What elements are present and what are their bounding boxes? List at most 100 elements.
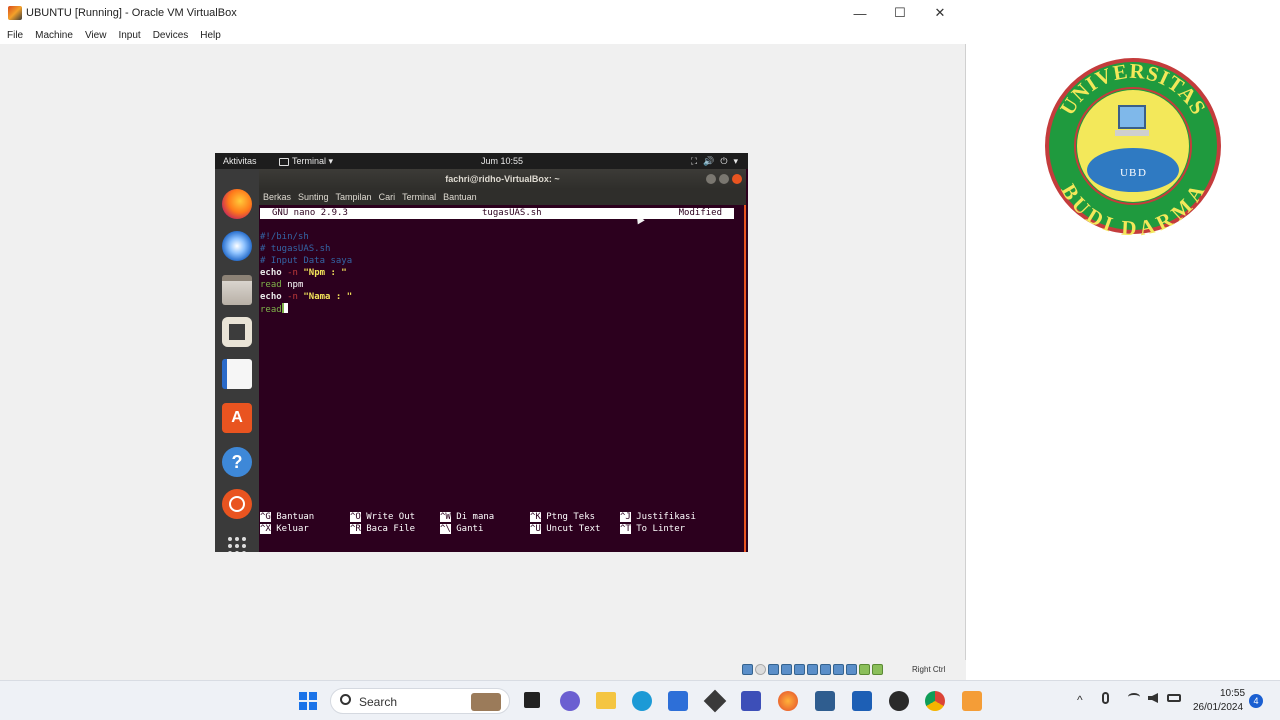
terminal-window[interactable]: fachri@ridho-VirtualBox: ~ Berkas Suntin… [259,169,746,552]
clock-date[interactable]: 26/01/2024 [1193,702,1243,713]
mouse-integration-icon[interactable] [859,664,870,675]
shortcut-item[interactable]: ^W Di mana [440,511,494,523]
guest-clock[interactable]: Jum 10:55 [481,156,523,166]
shortcut-item[interactable]: ^R Baca File [350,523,415,535]
window-titlebar[interactable]: UBUNTU [Running] - Oracle VM VirtualBox … [0,0,966,26]
usb-icon[interactable] [794,664,805,675]
app-menu[interactable]: Terminal ▾ [279,156,333,167]
display-icon[interactable] [820,664,831,675]
files-icon[interactable] [222,275,252,305]
firefox-icon[interactable] [222,189,252,219]
minimize-icon[interactable] [706,174,716,184]
rhythmbox-icon[interactable] [222,317,252,347]
code-token: #!/bin/sh [260,232,309,242]
keyboard-icon[interactable] [872,664,883,675]
nano-editor[interactable]: GNU nano 2.9.3 tugasUAS.sh Modified #!/b… [259,205,744,552]
libreoffice-writer-icon[interactable] [222,359,252,389]
code-line[interactable]: read [260,303,352,315]
virtualbox-icon [8,6,22,20]
start-button[interactable] [298,691,318,711]
taskbar-app-edge[interactable] [632,691,652,711]
software-center-icon[interactable]: A [222,403,252,433]
terminal-window-controls [706,174,742,184]
wifi-icon[interactable] [1128,693,1140,701]
code-line[interactable]: echo -n "Npm : " [260,267,352,279]
shortcut-item[interactable]: ^J Justifikasi [620,511,696,523]
shortcut-item[interactable]: ^K Ptng Teks [530,511,595,523]
clock-time[interactable]: 10:55 [1220,688,1245,699]
close-icon[interactable] [732,174,742,184]
taskbar-app-file-explorer[interactable] [596,692,616,709]
code-line[interactable]: echo -n "Nama : " [260,291,352,303]
taskbar-app-store[interactable] [668,691,688,711]
taskbar-app-teams[interactable] [560,691,580,711]
tray-chevron-up-icon[interactable]: ^ [1077,693,1083,707]
recording-icon[interactable] [833,664,844,675]
shortcut-item[interactable]: ^X Keluar [260,523,309,535]
menu-machine[interactable]: Machine [35,30,73,41]
microphone-icon[interactable] [1102,692,1109,704]
code-line[interactable]: read npm [260,279,352,291]
code-line[interactable]: # Input Data saya [260,255,352,267]
taskbar-app-dark[interactable] [703,689,727,713]
menu-sunting[interactable]: Sunting [298,192,329,202]
notification-badge[interactable]: 4 [1249,694,1263,708]
shared-folders-icon[interactable] [807,664,818,675]
menu-view[interactable]: View [85,30,107,41]
shortcut-label: Ganti [456,524,484,534]
taskbar-app-vscode[interactable] [741,691,761,711]
taskbar-app-chrome[interactable] [925,691,945,711]
terminal-app-icon [279,157,289,166]
code-line[interactable]: #!/bin/sh [260,231,352,243]
ubuntu-guest-screen[interactable]: Aktivitas Terminal ▾ Jum 10:55 ⛶ 🔊 ⏻ ▾ A… [215,153,748,552]
network-icon[interactable] [781,664,792,675]
shortcut-label: Write Out [366,512,416,522]
menu-berkas[interactable]: Berkas [263,192,291,202]
menu-help[interactable]: Help [200,30,221,41]
menu-tampilan[interactable]: Tampilan [336,192,372,202]
shortcut-item[interactable]: ^U Uncut Text [530,523,600,535]
maximize-button[interactable]: ☐ [880,0,920,26]
shortcut-item[interactable]: ^T To Linter [620,523,685,535]
battery-icon[interactable] [1167,694,1181,702]
activities-button[interactable]: Aktivitas [223,156,257,166]
cpu-icon[interactable] [846,664,857,675]
show-applications-icon[interactable] [222,531,252,552]
menu-bantuan[interactable]: Bantuan [443,192,477,202]
host-key-label: Right Ctrl [912,665,946,674]
taskbar-app-firefox[interactable] [778,691,798,711]
code-token: # Input Data saya [260,256,353,266]
maximize-icon[interactable] [719,174,729,184]
taskbar-app-task-view[interactable] [524,692,540,708]
taskbar-app-sublime[interactable] [962,691,982,711]
code-area[interactable]: #!/bin/sh # tugasUAS.sh # Input Data saya e… [260,231,352,315]
shortcut-item[interactable]: ^G Bantuan [260,511,314,523]
shortcut-item[interactable]: ^\ Ganti [440,523,483,535]
menu-terminal[interactable]: Terminal [402,192,436,202]
optical-drive-icon[interactable] [755,664,766,675]
ubuntu-logo-icon[interactable] [222,489,252,519]
menu-input[interactable]: Input [118,30,140,41]
menu-file[interactable]: File [7,30,23,41]
taskbar-app-blue[interactable] [852,691,872,711]
code-token: read [260,280,282,290]
system-menu[interactable]: ⛶ 🔊 ⏻ ▾ [691,156,738,167]
audio-icon[interactable] [768,664,779,675]
close-button[interactable]: ✕ [920,0,960,26]
menu-cari[interactable]: Cari [379,192,396,202]
help-icon[interactable]: ? [222,447,252,477]
code-line[interactable]: # tugasUAS.sh [260,243,352,255]
thunderbird-icon[interactable] [222,231,252,261]
volume-icon[interactable] [1148,693,1158,703]
taskbar-app-obs[interactable] [889,691,909,711]
taskbar-search[interactable]: Search [330,688,510,714]
taskbar-app-virtualbox[interactable] [815,691,835,711]
shortcut-key: ^O [350,512,361,522]
minimize-button[interactable]: — [840,0,880,26]
code-token: npm [281,280,304,290]
menu-devices[interactable]: Devices [153,30,189,41]
hdd-icon[interactable] [742,664,753,675]
search-icon [340,694,351,705]
shortcut-item[interactable]: ^O Write Out [350,511,415,523]
terminal-titlebar[interactable]: fachri@ridho-VirtualBox: ~ [259,169,746,189]
